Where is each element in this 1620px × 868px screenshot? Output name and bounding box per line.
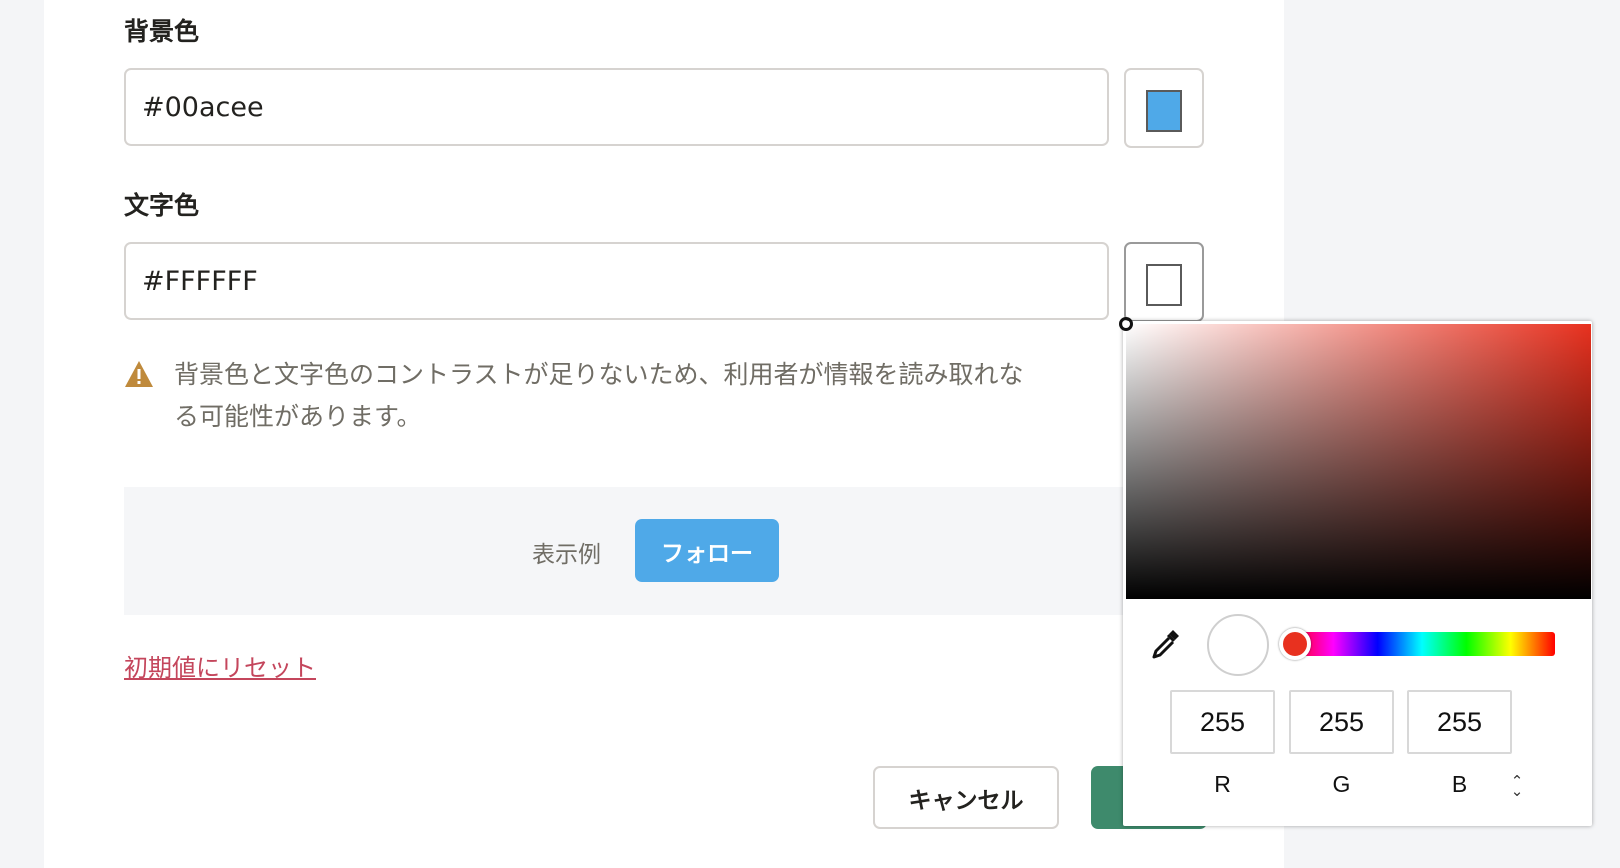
background-color-input[interactable] bbox=[124, 68, 1109, 146]
text-color-swatch bbox=[1146, 264, 1182, 306]
current-color-preview bbox=[1207, 614, 1269, 676]
red-input[interactable] bbox=[1170, 690, 1275, 754]
background-color-label: 背景色 bbox=[124, 17, 200, 46]
saturation-value-handle[interactable] bbox=[1119, 317, 1133, 331]
warning-icon bbox=[125, 361, 153, 387]
green-label: G bbox=[1332, 771, 1351, 797]
hue-slider[interactable] bbox=[1279, 628, 1555, 660]
text-color-input[interactable] bbox=[124, 242, 1109, 320]
hue-slider-handle[interactable] bbox=[1279, 628, 1311, 660]
eyedropper-icon[interactable] bbox=[1149, 626, 1183, 660]
text-color-swatch-button[interactable] bbox=[1124, 242, 1204, 322]
color-picker-popover: R G B ⌃⌄ bbox=[1119, 317, 1592, 826]
preview-area: 表示例 フォロー bbox=[124, 487, 1224, 615]
follow-preview-button[interactable]: フォロー bbox=[635, 519, 779, 582]
green-input[interactable] bbox=[1289, 690, 1394, 754]
background-color-swatch-button[interactable] bbox=[1124, 68, 1204, 148]
preview-label: 表示例 bbox=[532, 542, 601, 568]
blue-input[interactable] bbox=[1407, 690, 1512, 754]
reset-to-default-link[interactable]: 初期値にリセット bbox=[124, 648, 316, 683]
saturation-value-area[interactable] bbox=[1119, 317, 1591, 599]
up-down-chevron-icon[interactable]: ⌃ ⌄ bbox=[1509, 774, 1525, 799]
blue-label: B bbox=[1451, 771, 1468, 797]
text-color-label: 文字色 bbox=[124, 191, 200, 220]
background-color-swatch bbox=[1146, 90, 1182, 132]
warning-text: 背景色と文字色のコントラストが足りないため、利用者が情報を読み取れな る可能性があ… bbox=[174, 360, 1024, 431]
cancel-button[interactable]: キャンセル bbox=[873, 766, 1059, 829]
red-label: R bbox=[1214, 771, 1231, 797]
